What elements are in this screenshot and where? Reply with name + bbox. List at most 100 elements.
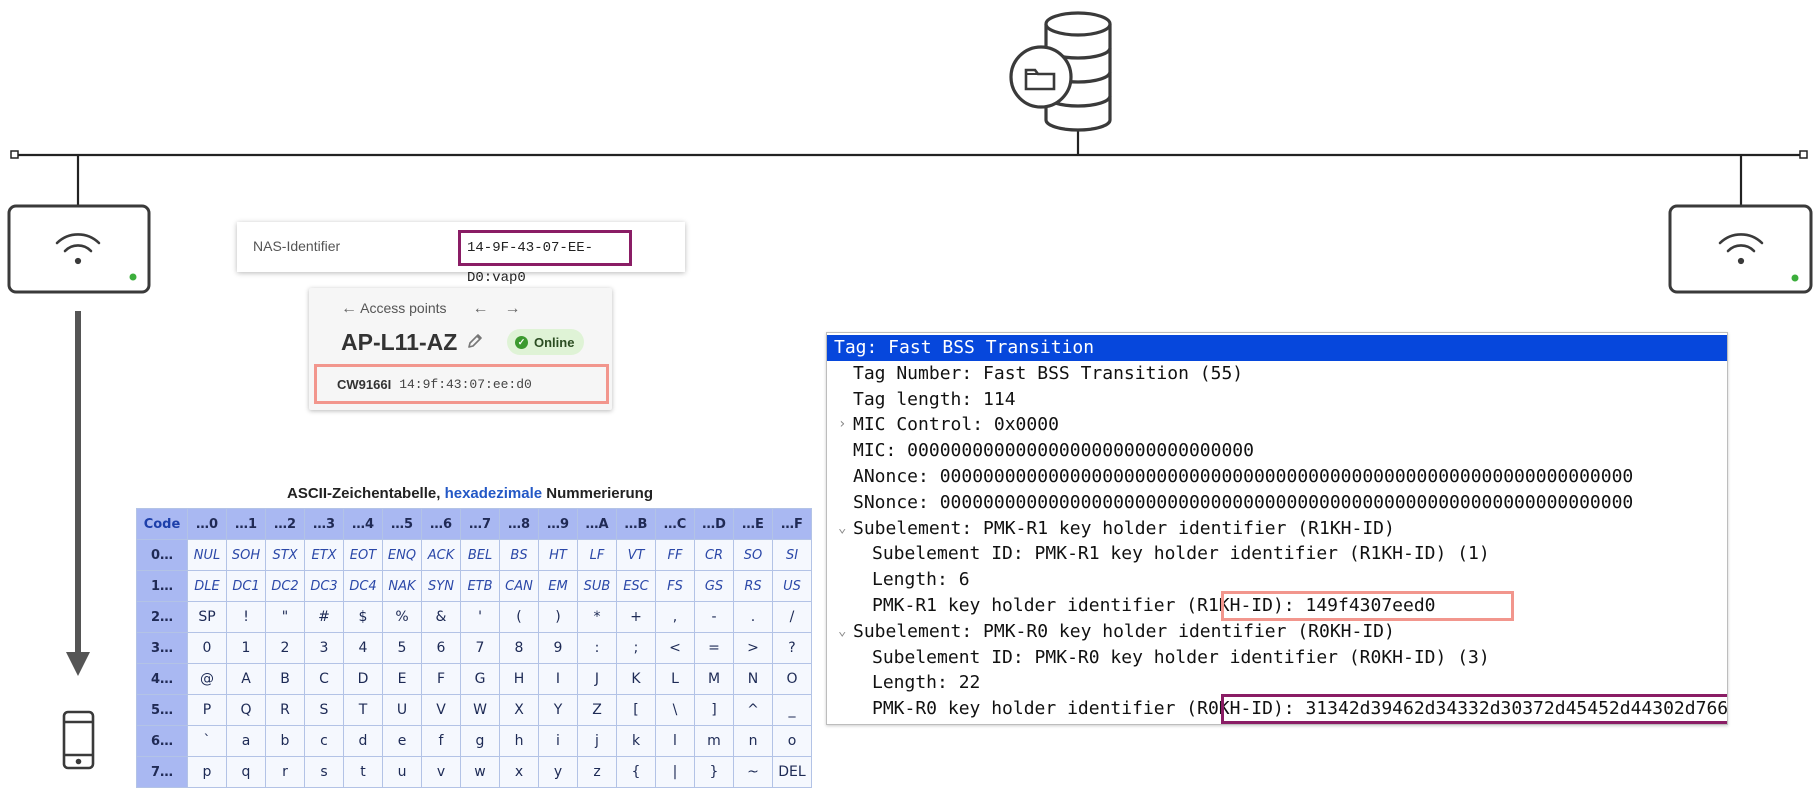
ascii-cell: > xyxy=(733,632,773,664)
ascii-cell: US xyxy=(772,570,812,602)
ascii-cell: STX xyxy=(265,539,305,571)
ascii-column-header: …D xyxy=(694,508,734,540)
ascii-cell: ACK xyxy=(421,539,461,571)
status-label: Online xyxy=(534,334,575,350)
ascii-cell: { xyxy=(616,756,656,788)
back-to-access-points-link[interactable]: ← Access points xyxy=(341,300,447,318)
ascii-cell: v xyxy=(421,756,461,788)
ascii-cell: EOT xyxy=(343,539,383,571)
ascii-cell: l xyxy=(655,725,695,757)
ascii-cell: * xyxy=(577,601,617,633)
next-arrow-icon[interactable]: → xyxy=(505,300,521,318)
packet-tree-item-selected[interactable]: Tag: Fast BSS Transition xyxy=(827,335,1727,361)
ascii-cell: NAK xyxy=(382,570,422,602)
ascii-column-header: …4 xyxy=(343,508,383,540)
ascii-cell: CAN xyxy=(499,570,539,602)
ascii-cell: Q xyxy=(226,694,266,726)
ascii-cell: G xyxy=(460,663,500,695)
ascii-cell: ESC xyxy=(616,570,656,602)
ascii-cell: o xyxy=(772,725,812,757)
ascii-cell: t xyxy=(343,756,383,788)
table-row: 3… 0 1 2 3 4 5 6 7 8 9:; < = >? xyxy=(136,632,812,664)
previous-arrow-icon[interactable]: ← xyxy=(473,300,489,318)
ascii-corner-header: Code xyxy=(136,508,188,540)
pencil-icon[interactable] xyxy=(466,332,484,350)
ascii-cell: ; xyxy=(616,632,656,664)
chevron-down-icon[interactable]: ⌄ xyxy=(838,623,846,639)
ascii-column-header: …6 xyxy=(421,508,461,540)
ascii-row-header: 2… xyxy=(136,601,188,633)
packet-tree-item[interactable]: Length: 6 xyxy=(827,567,970,593)
packet-detail-panel[interactable]: Tag: Fast BSS Transition Tag Number: Fast… xyxy=(826,332,1728,725)
ascii-cell: B xyxy=(265,663,305,695)
ascii-cell: 7 xyxy=(460,632,500,664)
ascii-cell: BS xyxy=(499,539,539,571)
ascii-title-link[interactable]: hexadezimale xyxy=(445,485,543,502)
access-point-right xyxy=(1668,204,1813,294)
packet-tree-item[interactable]: MIC: 00000000000000000000000000000000 xyxy=(827,438,1254,464)
ascii-cell: 4 xyxy=(343,632,383,664)
packet-tree-item[interactable]: MIC Control: 0x0000 xyxy=(827,412,1059,438)
ascii-row-header: 1… xyxy=(136,570,188,602)
ascii-cell: R xyxy=(265,694,305,726)
ascii-column-header: …B xyxy=(616,508,656,540)
ascii-row-header: 4… xyxy=(136,663,188,695)
table-row: 7… p q r s t u v w x y z{|} ~ DEL xyxy=(136,756,812,788)
ascii-cell: 6 xyxy=(421,632,461,664)
ascii-cell: # xyxy=(304,601,344,633)
chevron-right-icon[interactable]: › xyxy=(838,416,846,432)
ascii-cell: _ xyxy=(772,694,812,726)
packet-tree-item[interactable]: Length: 22 xyxy=(827,670,980,696)
packet-tree-item[interactable]: Tag length: 114 xyxy=(827,387,1016,413)
ascii-cell: ! xyxy=(226,601,266,633)
ascii-column-header: …E xyxy=(733,508,773,540)
ascii-cell: O xyxy=(772,663,812,695)
packet-tree-item[interactable]: Subelement ID: PMK-R1 key holder identif… xyxy=(827,541,1490,567)
ascii-cell: SYN xyxy=(421,570,461,602)
ascii-cell: $ xyxy=(343,601,383,633)
ascii-cell: GS xyxy=(694,570,734,602)
ascii-row-header: 0… xyxy=(136,539,188,571)
breadcrumb: ← Access points ← → xyxy=(341,300,521,318)
ascii-cell: - xyxy=(694,601,734,633)
ascii-cell: q xyxy=(226,756,266,788)
ascii-cell: ETB xyxy=(460,570,500,602)
ascii-row-header: 5… xyxy=(136,694,188,726)
ascii-cell: @ xyxy=(187,663,227,695)
ascii-table-header: Code …0 …1 …2 …3 …4 …5 …6 …7 …8 …9 …A …B …C …D …E …F xyxy=(136,508,812,540)
packet-tree-item[interactable]: PMK-R1 key holder identifier (R1KH-ID): … xyxy=(827,593,1436,619)
packet-tree-item[interactable]: Subelement: PMK-R1 key holder identifier… xyxy=(827,516,1395,542)
ascii-cell: DLE xyxy=(187,570,227,602)
ap-model-mac-row: CW9166I 14:9f:43:07:ee:d0 xyxy=(314,364,609,404)
ascii-cell: X xyxy=(499,694,539,726)
ascii-cell: ' xyxy=(460,601,500,633)
ascii-cell: ) xyxy=(538,601,578,633)
ascii-cell: E xyxy=(382,663,422,695)
packet-tree-item[interactable]: PMK-R0 key holder identifier (R0KH-ID): … xyxy=(827,696,1727,722)
ascii-cell: FF xyxy=(655,539,695,571)
ascii-cell: LF xyxy=(577,539,617,571)
packet-tree-item[interactable]: ANonce: 00000000000000000000000000000000… xyxy=(827,464,1633,490)
ascii-cell: I xyxy=(538,663,578,695)
packet-tree-item[interactable]: SNonce: 00000000000000000000000000000000… xyxy=(827,490,1633,516)
ascii-column-header: …C xyxy=(655,508,695,540)
ascii-cell: s xyxy=(304,756,344,788)
ascii-cell: VT xyxy=(616,539,656,571)
ascii-cell: J xyxy=(577,663,617,695)
ascii-cell: SP xyxy=(187,601,227,633)
ascii-cell: C xyxy=(304,663,344,695)
ascii-cell: 3 xyxy=(304,632,344,664)
ascii-cell: BEL xyxy=(460,539,500,571)
access-point-left xyxy=(7,204,151,294)
ascii-cell: j xyxy=(577,725,617,757)
chevron-down-icon[interactable]: ⌄ xyxy=(838,520,846,536)
nas-identifier-card: NAS-Identifier 14-9F-43-07-EE-D0:vap0 xyxy=(237,222,685,286)
packet-tree-item[interactable]: Subelement: PMK-R0 key holder identifier… xyxy=(827,619,1395,645)
ascii-cell: + xyxy=(616,601,656,633)
ascii-cell: m xyxy=(694,725,734,757)
ascii-cell: FS xyxy=(655,570,695,602)
packet-tree-item[interactable]: Subelement ID: PMK-R0 key holder identif… xyxy=(827,645,1490,671)
ascii-cell: e xyxy=(382,725,422,757)
packet-tree-item[interactable]: Tag Number: Fast BSS Transition (55) xyxy=(827,361,1243,387)
ascii-column-header: …0 xyxy=(187,508,227,540)
